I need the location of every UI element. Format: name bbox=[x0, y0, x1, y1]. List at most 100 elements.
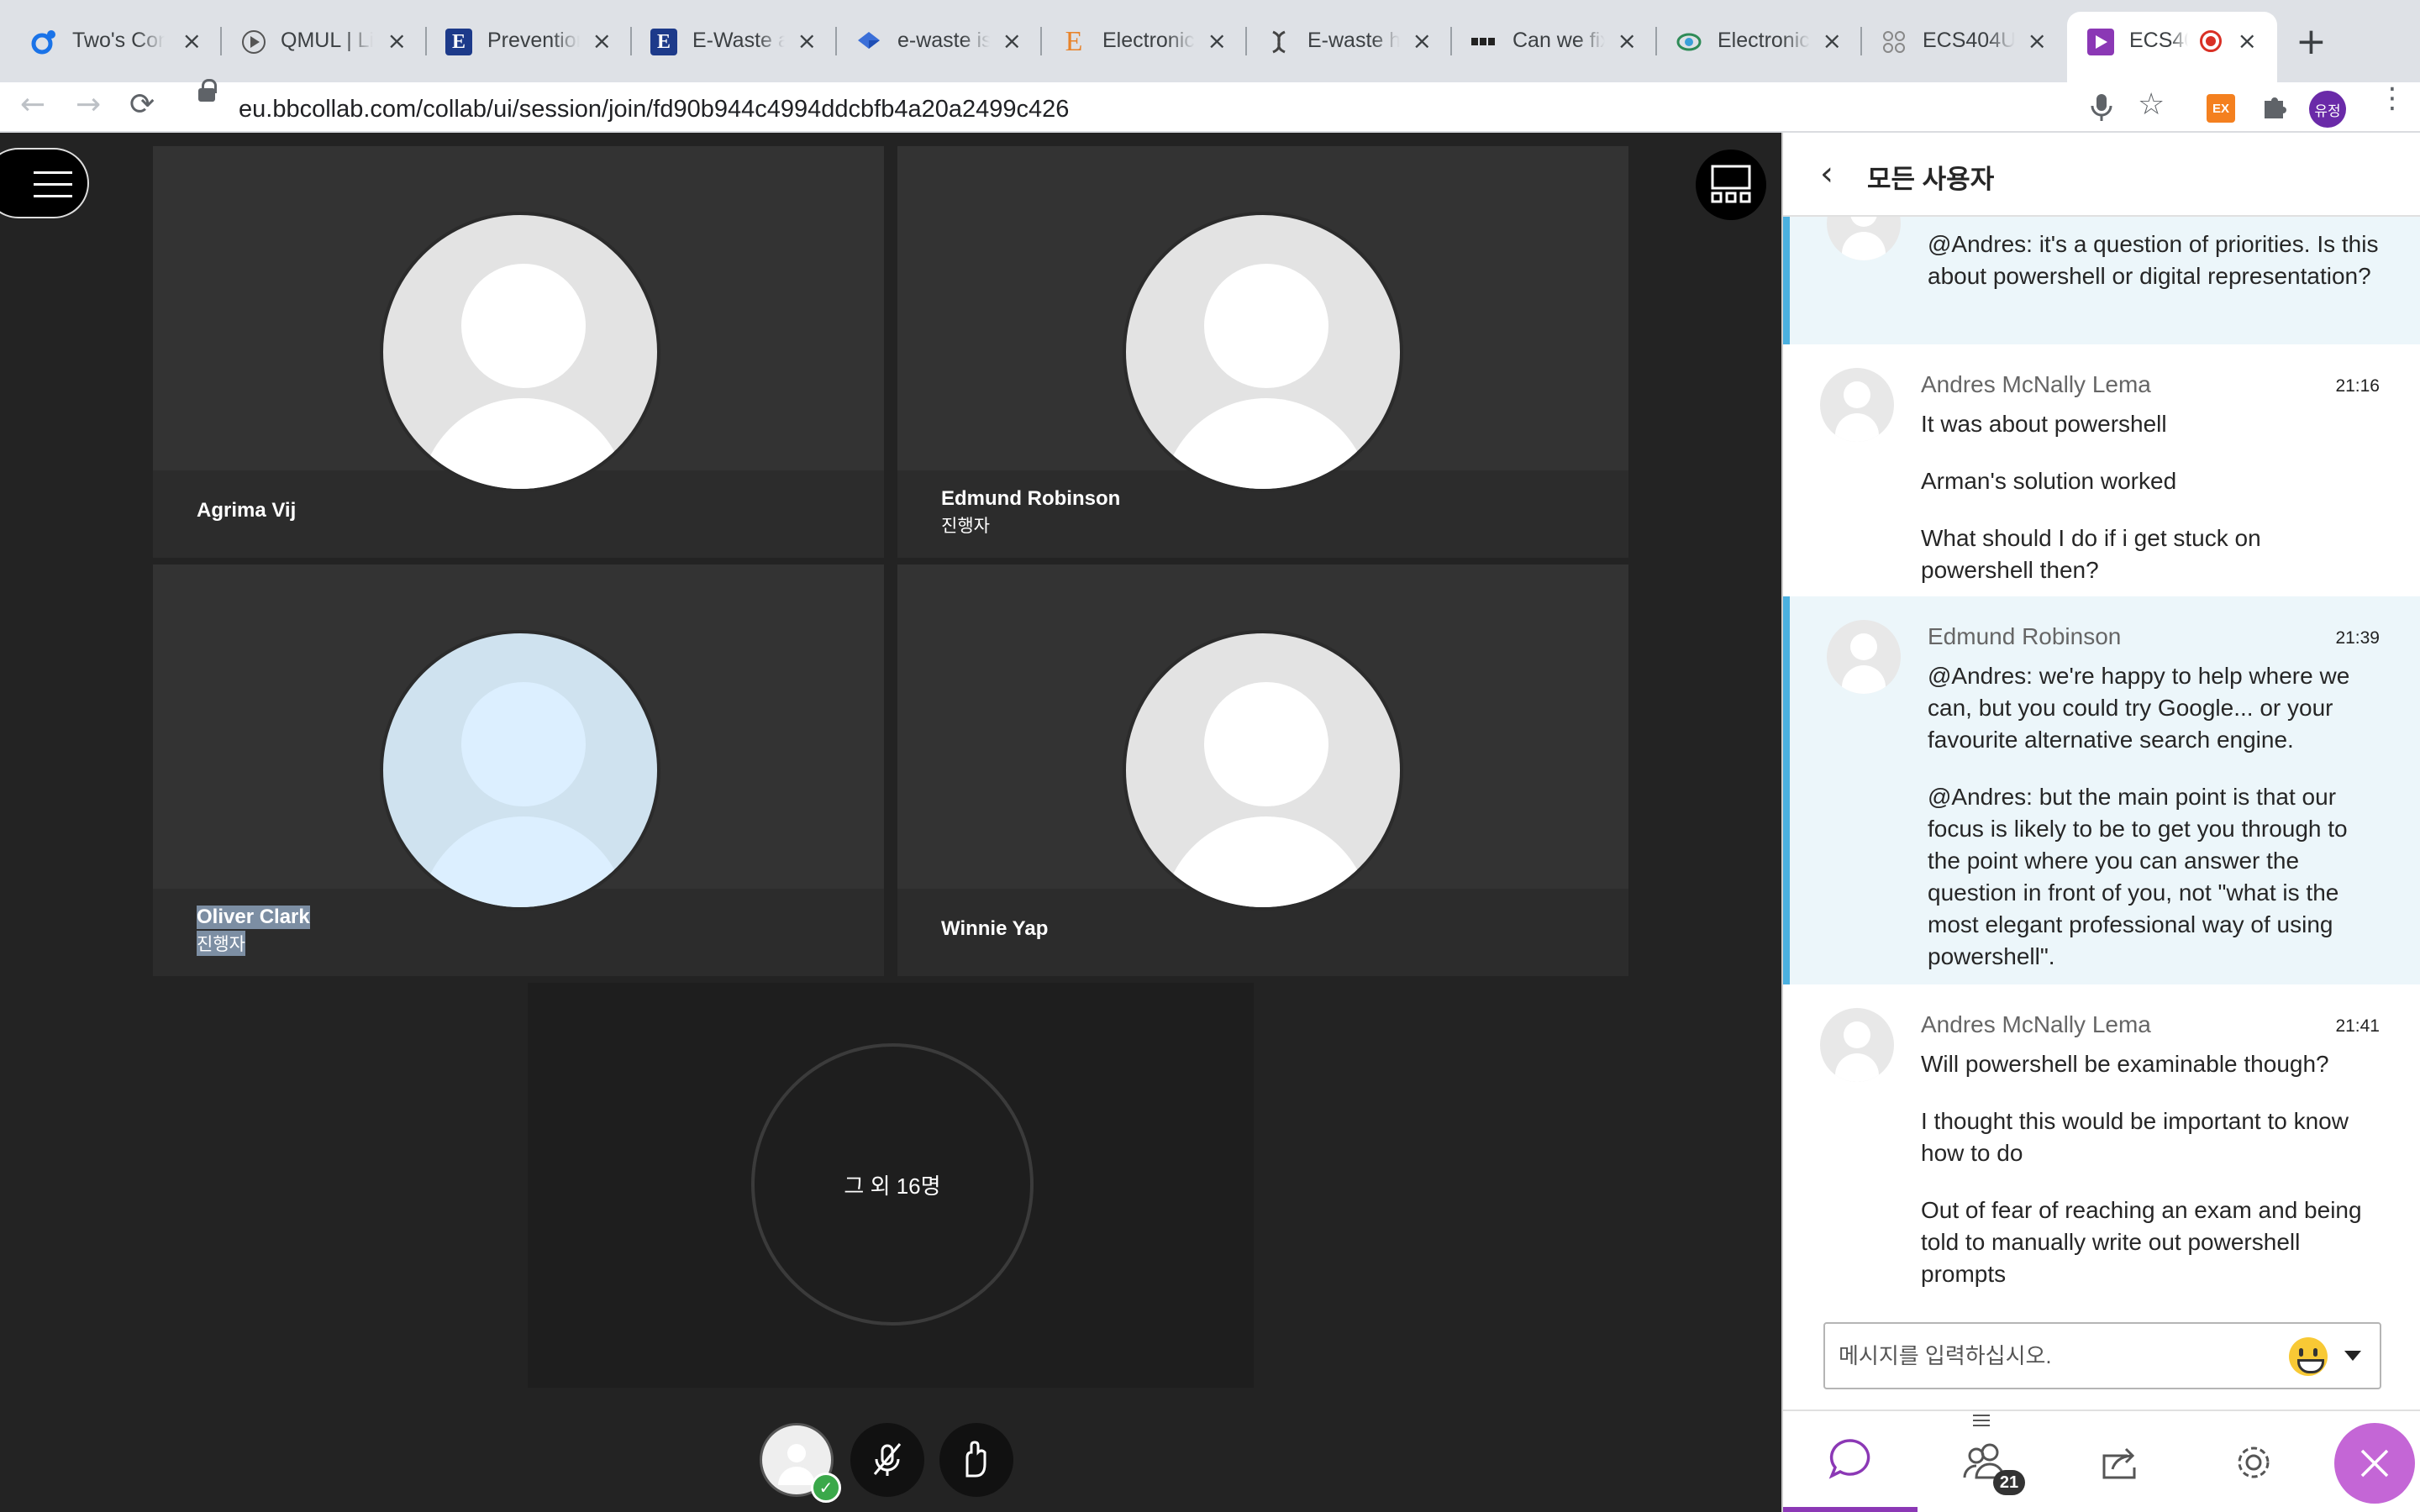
address-bar-url[interactable]: eu.bbcollab.com/collab/ui/session/join/f… bbox=[239, 96, 2087, 123]
more-participants-tile[interactable]: 그 외 16명 bbox=[528, 983, 1254, 1388]
close-icon[interactable]: × bbox=[1002, 27, 1022, 55]
tab-settings[interactable] bbox=[2186, 1411, 2321, 1512]
letter-e-icon: E bbox=[445, 29, 472, 55]
close-icon[interactable]: × bbox=[182, 27, 202, 55]
chat-message: Edmund Robinson 21:39 @Andres: we're hap… bbox=[1783, 596, 2420, 984]
close-icon[interactable]: × bbox=[2028, 27, 2047, 55]
participant-name: Agrima Vij bbox=[197, 499, 297, 522]
message-time: 21:16 bbox=[2335, 376, 2380, 396]
browser-tab[interactable]: E Electronic × bbox=[1042, 15, 1247, 67]
browser-tab[interactable]: Two's Con × bbox=[0, 15, 222, 67]
participant-tile[interactable]: Edmund Robinson 진행자 bbox=[897, 146, 1628, 558]
avatar bbox=[1820, 368, 1894, 442]
participant-role: 진행자 bbox=[197, 931, 245, 956]
lock-icon bbox=[198, 79, 217, 102]
dna-icon bbox=[1265, 29, 1292, 55]
browser-tab[interactable]: Can we fix × bbox=[1452, 15, 1657, 67]
avatar bbox=[1827, 217, 1901, 260]
play-icon bbox=[240, 29, 267, 55]
tab-title: E-Waste a bbox=[692, 29, 785, 52]
message-text: It was about powershell bbox=[1921, 411, 2167, 437]
browser-tab[interactable]: E-waste h × bbox=[1247, 15, 1452, 67]
avatar bbox=[1820, 1008, 1894, 1082]
close-icon[interactable]: × bbox=[1207, 27, 1227, 55]
message-time: 21:41 bbox=[2335, 1016, 2380, 1036]
message-time: 21:39 bbox=[2335, 628, 2380, 648]
drag-handle-icon[interactable] bbox=[1973, 1415, 1990, 1416]
participant-tile[interactable]: Winnie Yap bbox=[897, 564, 1628, 976]
participant-role: 진행자 bbox=[941, 517, 990, 536]
close-icon[interactable]: × bbox=[592, 27, 612, 55]
participant-name: Oliver Clark bbox=[197, 906, 310, 929]
avatar bbox=[1827, 620, 1901, 694]
tab-chat[interactable] bbox=[1783, 1411, 1918, 1512]
browser-tab[interactable]: ECS404U × bbox=[1862, 15, 2067, 67]
raise-hand-button[interactable] bbox=[939, 1423, 1013, 1497]
avatar bbox=[380, 212, 660, 492]
message-text: Arman's solution worked bbox=[1921, 468, 2177, 494]
avatar bbox=[1123, 630, 1403, 911]
session-menu-button[interactable] bbox=[0, 148, 89, 218]
avatar bbox=[380, 630, 660, 911]
close-panel-button[interactable] bbox=[2334, 1423, 2415, 1504]
extensions-puzzle-icon[interactable] bbox=[2260, 92, 2289, 125]
recording-icon bbox=[2200, 30, 2222, 52]
chat-message-input[interactable] bbox=[1839, 1339, 2292, 1373]
tab-share-content[interactable] bbox=[2052, 1411, 2186, 1512]
browser-menu-icon[interactable]: ⋮ bbox=[2378, 84, 2407, 113]
browser-tab[interactable]: E Prevention × bbox=[427, 15, 632, 67]
chat-message: @Andres: it's a question of priorities. … bbox=[1783, 217, 2420, 344]
browser-tab-active[interactable]: ECS40 × bbox=[2067, 12, 2277, 82]
chat-message-list[interactable]: @Andres: it's a question of priorities. … bbox=[1783, 217, 2420, 1300]
close-icon[interactable]: × bbox=[387, 27, 407, 55]
profile-avatar[interactable]: 유정 bbox=[2309, 91, 2346, 128]
chevron-down-icon[interactable] bbox=[2344, 1351, 2361, 1361]
tab-title: Electronic bbox=[1718, 29, 1810, 52]
layout-toggle-button[interactable] bbox=[1696, 150, 1766, 220]
bookmark-star-icon[interactable]: ☆ bbox=[2138, 87, 2165, 122]
browser-tab[interactable]: e-waste is × bbox=[837, 15, 1042, 67]
reload-icon[interactable]: ⟳ bbox=[129, 87, 155, 122]
tab-title: e-waste is bbox=[897, 29, 990, 52]
sender-name: Edmund Robinson bbox=[1928, 623, 2122, 649]
new-tab-icon[interactable]: + bbox=[2296, 20, 2327, 63]
eye-icon bbox=[1676, 29, 1702, 55]
close-icon bbox=[2360, 1449, 2389, 1478]
letter-e-icon: E bbox=[650, 29, 677, 55]
message-text: Will powershell be examinable though? bbox=[1921, 1051, 2329, 1077]
back-arrow-icon[interactable]: ← bbox=[20, 87, 45, 122]
my-status-button[interactable]: ✓ bbox=[760, 1423, 841, 1503]
close-icon[interactable]: × bbox=[797, 27, 817, 55]
bbc-icon bbox=[1470, 29, 1497, 55]
extension-ex-icon[interactable]: EX bbox=[2207, 94, 2235, 123]
browser-tab-strip: Two's Con × QMUL | Lil × E Prevention × … bbox=[0, 0, 2420, 82]
chat-panel: ‹ 모든 사용자 @Andres: it's a question of pri… bbox=[1781, 133, 2420, 1512]
microphone-icon[interactable] bbox=[2089, 91, 2114, 129]
forward-arrow-icon[interactable]: → bbox=[76, 87, 101, 122]
browser-toolbar: ← → ⟳ eu.bbcollab.com/collab/ui/session/… bbox=[0, 82, 2420, 133]
tab-participants[interactable]: 21 bbox=[1918, 1411, 2052, 1512]
browser-tab[interactable]: E E-Waste a × bbox=[632, 15, 837, 67]
sender-name: Andres McNally Lema bbox=[1921, 1011, 2151, 1037]
emoji-icon[interactable] bbox=[2289, 1337, 2328, 1376]
raise-hand-icon bbox=[965, 1441, 986, 1478]
avatar bbox=[1123, 212, 1403, 492]
cube-icon bbox=[1881, 29, 1907, 55]
close-icon[interactable]: × bbox=[2238, 27, 2257, 55]
tab-title: Electronic bbox=[1102, 29, 1195, 52]
participant-name: Winnie Yap bbox=[941, 917, 1049, 940]
close-icon[interactable]: × bbox=[1413, 27, 1432, 55]
tab-title: Prevention bbox=[487, 29, 580, 52]
chat-header: ‹ 모든 사용자 bbox=[1783, 133, 2420, 217]
participant-tile[interactable]: Agrima Vij bbox=[153, 146, 884, 558]
participant-count-badge: 21 bbox=[1993, 1470, 2025, 1495]
participant-tile[interactable]: Oliver Clark 진행자 bbox=[153, 564, 884, 976]
close-icon[interactable]: × bbox=[1823, 27, 1842, 55]
browser-tab[interactable]: Electronic × bbox=[1657, 15, 1862, 67]
close-icon[interactable]: × bbox=[1618, 27, 1637, 55]
chevron-left-icon[interactable]: ‹ bbox=[1820, 155, 1833, 193]
sender-name: Andres McNally Lema bbox=[1921, 371, 2151, 397]
microphone-toggle-button[interactable] bbox=[850, 1423, 924, 1497]
browser-tab[interactable]: QMUL | Lil × bbox=[222, 15, 427, 67]
message-text: @Andres: it's a question of priorities. … bbox=[1928, 231, 2379, 289]
